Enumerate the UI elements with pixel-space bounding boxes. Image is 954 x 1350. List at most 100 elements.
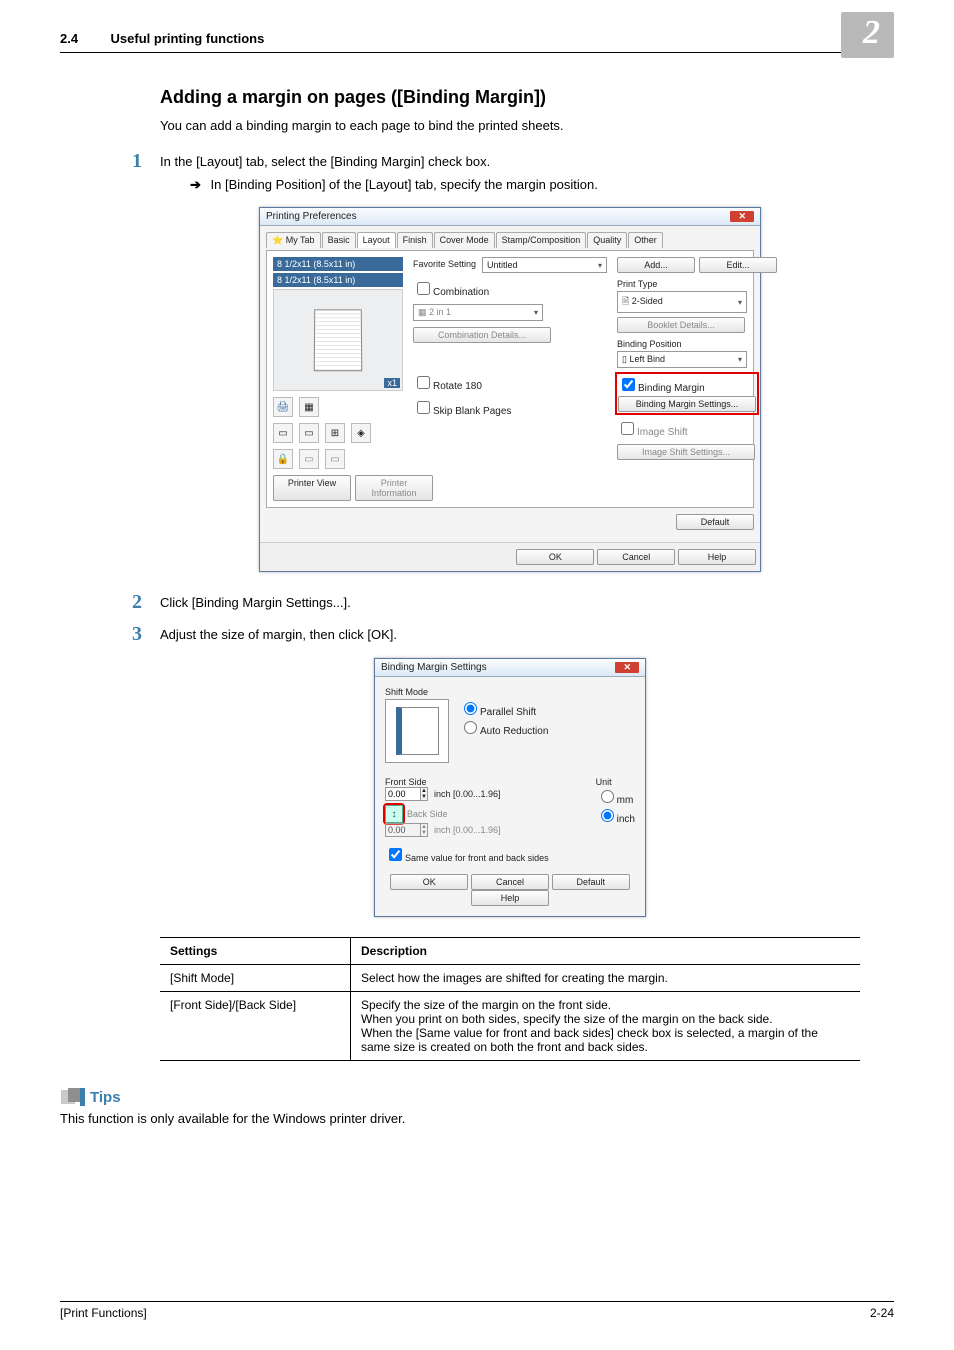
help-button[interactable]: Help (471, 890, 549, 906)
lock-icon[interactable]: 🔒 (273, 449, 293, 469)
print-type-label: Print Type (617, 279, 747, 289)
tips-icon (60, 1087, 86, 1107)
same-value-checkbox[interactable]: Same value for front and back sides (385, 853, 549, 863)
layout2-icon[interactable]: ▭ (299, 423, 319, 443)
favorite-setting-select[interactable]: Untitled▾ (482, 257, 607, 273)
footer-right: 2-24 (870, 1306, 894, 1320)
tips-label: Tips (90, 1089, 121, 1106)
back-side-spinner: ▲▼ (385, 823, 428, 837)
skip-blank-checkbox[interactable]: Skip Blank Pages (413, 406, 511, 417)
rotate180-checkbox[interactable]: Rotate 180 (413, 381, 482, 392)
tab-layout[interactable]: Layout (357, 232, 396, 248)
zoom-indicator: x1 (384, 378, 400, 388)
image-shift-checkbox[interactable]: Image Shift (617, 427, 688, 438)
close-icon[interactable]: ✕ (730, 211, 754, 222)
cancel-button[interactable]: Cancel (471, 874, 549, 890)
default-button[interactable]: Default (676, 514, 754, 530)
default-button[interactable]: Default (552, 874, 630, 890)
step-2: 2 Click [Binding Margin Settings...]. (132, 592, 860, 612)
tab-quality[interactable]: Quality (587, 232, 627, 248)
binding-margin-checkbox[interactable]: Binding Margin (618, 383, 705, 394)
table-header-settings: Settings (160, 938, 351, 965)
setting-description: Specify the size of the margin on the fr… (351, 992, 861, 1061)
topic-title: Adding a margin on pages ([Binding Margi… (160, 87, 860, 108)
favorite-setting-label: Favorite Setting (413, 259, 476, 269)
binding-position-select[interactable]: ▯ Left Bind▾ (617, 351, 747, 368)
tips-text: This function is only available for the … (60, 1111, 860, 1126)
printing-preferences-dialog: Printing Preferences ✕ ⭐ My Tab Basic La… (259, 207, 761, 572)
front-side-spinner[interactable]: ▲▼ (385, 787, 428, 801)
ok-button[interactable]: OK (516, 549, 594, 565)
step-number: 3 (132, 624, 160, 644)
doc-icon[interactable]: ▦ (299, 397, 319, 417)
misc1-icon[interactable]: ▭ (299, 449, 319, 469)
shift-preview (385, 699, 449, 763)
paper-size-in: 8 1/2x11 (8.5x11 in) (273, 273, 403, 287)
close-icon[interactable]: ✕ (615, 662, 639, 673)
tab-other[interactable]: Other (628, 232, 663, 248)
section-number: 2.4 (60, 31, 78, 46)
tab-stamp[interactable]: Stamp/Composition (496, 232, 587, 248)
substep-text: In [Binding Position] of the [Layout] ta… (211, 177, 598, 192)
booklet-details-button[interactable]: Booklet Details... (617, 317, 745, 333)
add-button[interactable]: Add... (617, 257, 695, 273)
lead-paragraph: You can add a binding margin to each pag… (160, 118, 860, 133)
step-number: 2 (132, 592, 160, 612)
unit-inch-radio[interactable]: inch (596, 814, 635, 825)
settings-table: Settings Description [Shift Mode] Select… (160, 937, 860, 1061)
combination-details-button[interactable]: Combination Details... (413, 327, 551, 343)
binding-margin-settings-button[interactable]: Binding Margin Settings... (618, 396, 756, 412)
printer-view-button[interactable]: Printer View (273, 475, 351, 501)
tab-mytab[interactable]: ⭐ My Tab (266, 232, 321, 248)
back-side-range: inch [0.00...1.96] (434, 825, 501, 835)
tab-basic[interactable]: Basic (322, 232, 356, 248)
setting-description: Select how the images are shifted for cr… (351, 965, 861, 992)
print-type-select[interactable]: 🗎 2-Sided▾ (617, 291, 747, 313)
step-text: Adjust the size of margin, then click [O… (160, 624, 397, 642)
auto-reduction-radio[interactable]: Auto Reduction (459, 726, 548, 737)
front-side-range: inch [0.00...1.96] (434, 789, 501, 799)
table-row: [Shift Mode] Select how the images are s… (160, 965, 860, 992)
tab-covermode[interactable]: Cover Mode (434, 232, 495, 248)
dialog-title: Printing Preferences (266, 211, 357, 222)
dialog-title: Binding Margin Settings (381, 662, 487, 673)
toggle-arrow-icon[interactable]: ↕ (385, 805, 403, 823)
cancel-button[interactable]: Cancel (597, 549, 675, 565)
front-side-label: Front Side (385, 777, 501, 787)
step-number: 1 (132, 151, 160, 171)
tab-finish[interactable]: Finish (397, 232, 433, 248)
binding-position-label: Binding Position (617, 339, 747, 349)
printer-icon[interactable]: 🖨 (273, 397, 293, 417)
table-header-description: Description (351, 938, 861, 965)
dialog-tabs: ⭐ My Tab Basic Layout Finish Cover Mode … (266, 232, 754, 248)
combination-checkbox[interactable]: Combination (413, 287, 489, 298)
back-side-label: Back Side (407, 809, 448, 819)
setting-name: [Shift Mode] (160, 965, 351, 992)
unit-mm-radio[interactable]: mm (596, 795, 634, 806)
page-preview: x1 (273, 289, 403, 391)
misc2-icon[interactable]: ▭ (325, 449, 345, 469)
section-title: Useful printing functions (111, 31, 265, 46)
stack-icon[interactable]: ◈ (351, 423, 371, 443)
ok-button[interactable]: OK (390, 874, 468, 890)
edit-button[interactable]: Edit... (699, 257, 777, 273)
help-button[interactable]: Help (678, 549, 756, 565)
step-3: 3 Adjust the size of margin, then click … (132, 624, 860, 644)
paper-size-out: 8 1/2x11 (8.5x11 in) (273, 257, 403, 271)
layout-icon[interactable]: ▭ (273, 423, 293, 443)
step-1: 1 In the [Layout] tab, select the [Bindi… (132, 151, 860, 171)
table-row: [Front Side]/[Back Side] Specify the siz… (160, 992, 860, 1061)
parallel-shift-radio[interactable]: Parallel Shift (459, 707, 536, 718)
step-1-substep: ➔ In [Binding Position] of the [Layout] … (190, 177, 860, 193)
combination-select[interactable]: ▦ 2 in 1▾ (413, 304, 543, 321)
arrow-icon: ➔ (190, 177, 201, 192)
shift-mode-label: Shift Mode (385, 687, 635, 697)
unit-label: Unit (596, 777, 635, 787)
binding-margin-settings-dialog: Binding Margin Settings ✕ Shift Mode Par… (374, 658, 646, 917)
step-text: Click [Binding Margin Settings...]. (160, 592, 351, 610)
image-shift-settings-button[interactable]: Image Shift Settings... (617, 444, 755, 460)
setting-name: [Front Side]/[Back Side] (160, 992, 351, 1061)
step-text: In the [Layout] tab, select the [Binding… (160, 151, 490, 169)
grid-icon[interactable]: ⊞ (325, 423, 345, 443)
footer-left: [Print Functions] (60, 1306, 147, 1320)
